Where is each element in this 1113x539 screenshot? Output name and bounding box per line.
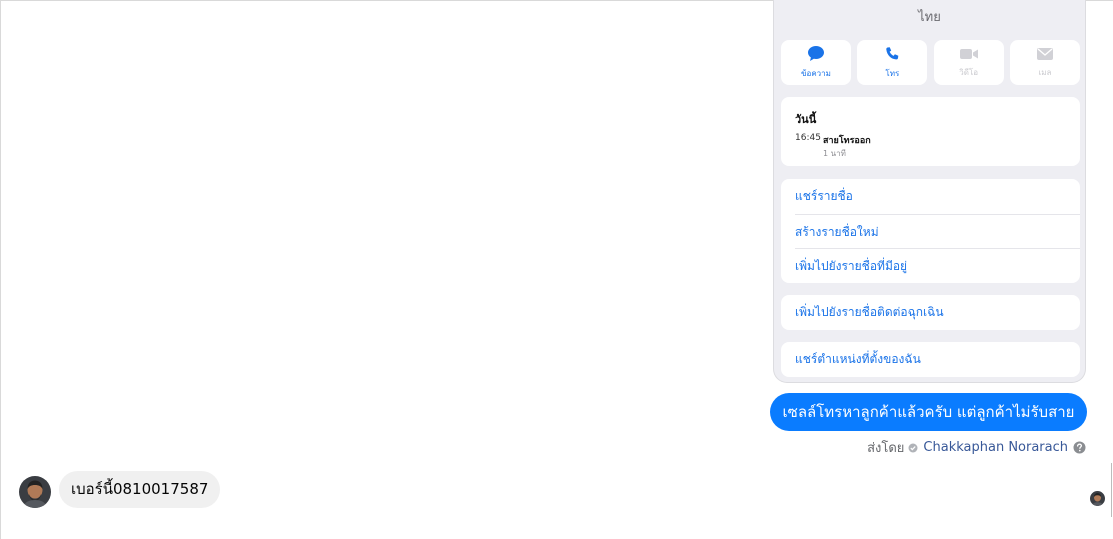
avatar-image [19, 476, 51, 508]
action-call: โทร [857, 40, 928, 85]
video-icon [959, 48, 978, 59]
contact-actions: ข้อความ โทร วิดีโอ เมล [781, 40, 1080, 85]
screenshot-title: ไทย [918, 10, 941, 25]
mail-icon [1036, 47, 1053, 60]
action-mail: เมล [1009, 40, 1080, 85]
share-location-label: แชร์ตำแหน่งที่ตั้งของฉัน [795, 352, 921, 366]
emergency-contact-label: เพิ่มไปยังรายชื่อติดต่อฉุกเฉิน [795, 305, 944, 319]
add-existing-item: เพิ่มไปยังรายชื่อที่มีอยู่ [795, 248, 1080, 283]
help-icon[interactable] [1073, 441, 1086, 454]
recent-heading: วันนี้ [795, 113, 817, 126]
share-contact-item: แชร์รายชื่อ [795, 189, 853, 203]
incoming-message-bubble[interactable]: เบอร์นี้0810017587 [59, 471, 221, 508]
shared-screenshot[interactable]: ไทย ข้อความ โทร วิดีโอ เมล วันนี้ 16:45 … [773, 0, 1086, 383]
action-message: ข้อความ [781, 40, 851, 85]
action-message-label: ข้อความ [801, 69, 831, 78]
avatar[interactable] [19, 476, 51, 508]
action-video: วิดีโอ [933, 40, 1004, 85]
share-location-card: แชร์ตำแหน่งที่ตั้งของฉัน [781, 342, 1080, 377]
action-mail-label: เมล [1038, 67, 1052, 77]
sent-by-prefix: ส่งโดย [867, 441, 905, 456]
seen-avatar-image [1090, 491, 1105, 506]
check-circle-icon [908, 443, 918, 452]
message-icon [808, 46, 824, 61]
outgoing-message-bubble[interactable]: เซลล์โทรหาลูกค้าแล้วครับ แต่ลูกค้าไม่รับ… [770, 393, 1087, 431]
action-video-label: วิดีโอ [959, 67, 979, 77]
action-call-label: โทร [885, 68, 900, 78]
recent-calls-card: วันนี้ 16:45 สายโทรออก 1 นาที [781, 97, 1080, 166]
sender-name-link[interactable]: Chakkaphan Norarach [923, 440, 1068, 455]
frame-left-border [0, 0, 1, 539]
call-time: 16:45 [795, 133, 821, 143]
call-description: สายโทรออก [823, 136, 871, 146]
sent-by-line: ส่งโดย Chakkaphan Norarach [867, 437, 1086, 458]
contact-options-list: แชร์รายชื่อ สร้างรายชื่อใหม่ เพิ่มไปยังร… [781, 179, 1080, 283]
phone-icon [886, 46, 899, 59]
scroll-edge [1111, 463, 1112, 517]
call-duration: 1 นาที [823, 149, 846, 158]
create-contact-item: สร้างรายชื่อใหม่ [795, 214, 1080, 249]
emergency-contact-card: เพิ่มไปยังรายชื่อติดต่อฉุกเฉิน [781, 295, 1080, 330]
seen-avatar [1090, 491, 1105, 506]
